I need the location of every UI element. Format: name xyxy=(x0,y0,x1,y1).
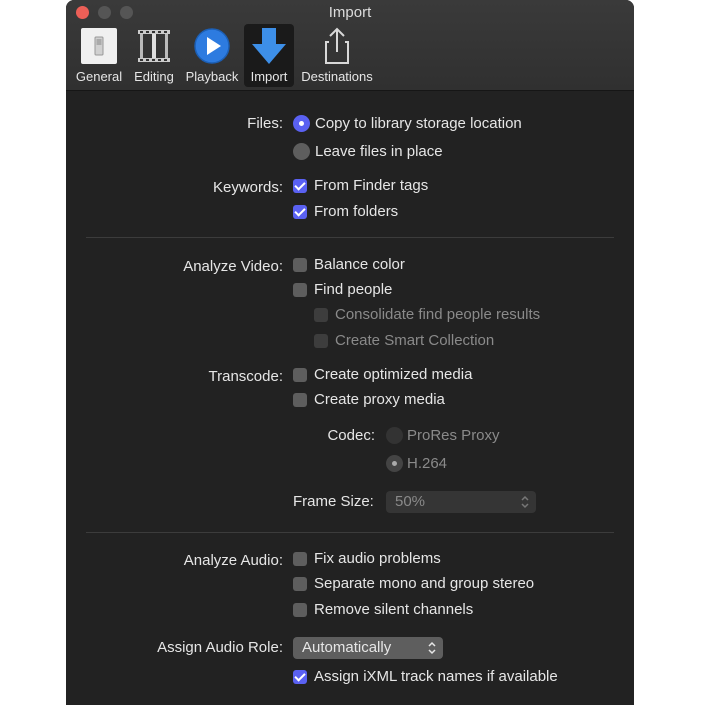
general-switch-icon xyxy=(81,28,117,64)
balance-color-label[interactable]: Balance color xyxy=(314,256,405,273)
proxy-media-label[interactable]: Create proxy media xyxy=(314,391,445,408)
finder-tags-label[interactable]: From Finder tags xyxy=(314,177,428,194)
toolbar-destinations-label: Destinations xyxy=(301,69,373,84)
h264-radio[interactable] xyxy=(386,455,403,472)
toolbar-general-label: General xyxy=(75,69,123,84)
optimized-media-label[interactable]: Create optimized media xyxy=(314,366,472,383)
optimized-media-checkbox[interactable] xyxy=(293,368,307,382)
audio-role-value: Automatically xyxy=(302,639,392,656)
remove-silent-checkbox[interactable] xyxy=(293,603,307,617)
keywords-label: Keywords: xyxy=(212,179,283,196)
toolbar-general[interactable]: General xyxy=(72,24,126,87)
remove-silent-label[interactable]: Remove silent channels xyxy=(314,601,473,618)
prores-proxy-label: ProRes Proxy xyxy=(407,427,500,444)
import-preferences-window: Import General Editing Playback Import D… xyxy=(66,0,634,705)
leave-in-place-label[interactable]: Leave files in place xyxy=(315,143,443,160)
h264-label: H.264 xyxy=(407,455,448,472)
analyze-audio-label: Analyze Audio: xyxy=(183,552,283,569)
copy-to-library-label[interactable]: Copy to library storage location xyxy=(315,115,522,132)
frame-size-value: 50% xyxy=(395,493,426,510)
prores-proxy-radio[interactable] xyxy=(386,427,403,444)
proxy-media-checkbox[interactable] xyxy=(293,393,307,407)
play-icon xyxy=(194,28,230,64)
ixml-checkbox[interactable] xyxy=(293,670,307,684)
toolbar-playback[interactable]: Playback xyxy=(182,24,242,87)
separate-mono-label[interactable]: Separate mono and group stereo xyxy=(314,575,534,592)
filmstrip-icon xyxy=(138,30,170,62)
finder-tags-checkbox[interactable] xyxy=(293,179,307,193)
transcode-label: Transcode: xyxy=(208,368,283,385)
fix-audio-label[interactable]: Fix audio problems xyxy=(314,550,441,567)
fix-audio-checkbox[interactable] xyxy=(293,552,307,566)
toolbar-playback-label: Playback xyxy=(185,69,239,84)
leave-in-place-radio[interactable] xyxy=(293,143,310,160)
toolbar-destinations[interactable]: Destinations xyxy=(297,24,377,87)
find-people-label[interactable]: Find people xyxy=(314,281,392,298)
smart-collection-checkbox[interactable] xyxy=(314,334,328,348)
updown-chevron-icon xyxy=(428,641,436,655)
updown-chevron-icon xyxy=(521,495,529,509)
separate-mono-checkbox[interactable] xyxy=(293,577,307,591)
download-arrow-icon xyxy=(252,28,286,64)
ixml-label[interactable]: Assign iXML track names if available xyxy=(314,668,558,685)
toolbar-import[interactable]: Import xyxy=(244,24,294,87)
audio-role-popup[interactable]: Automatically xyxy=(293,637,443,659)
share-icon xyxy=(325,27,349,64)
window-title: Import xyxy=(328,4,372,21)
toolbar-import-label: Import xyxy=(250,69,288,84)
copy-to-library-radio[interactable] xyxy=(293,115,310,132)
files-label: Files: xyxy=(247,115,283,132)
smart-collection-label: Create Smart Collection xyxy=(335,332,495,349)
from-folders-checkbox[interactable] xyxy=(293,205,307,219)
toolbar-editing[interactable]: Editing xyxy=(129,24,179,87)
from-folders-label[interactable]: From folders xyxy=(314,203,398,220)
balance-color-checkbox[interactable] xyxy=(293,258,307,272)
frame-size-popup[interactable]: 50% xyxy=(386,491,536,513)
find-people-checkbox[interactable] xyxy=(293,283,307,297)
section-divider xyxy=(86,237,614,238)
consolidate-label: Consolidate find people results xyxy=(335,306,541,323)
frame-size-label: Frame Size: xyxy=(293,493,374,510)
audio-role-label: Assign Audio Role: xyxy=(157,639,283,656)
analyze-video-label: Analyze Video: xyxy=(183,258,283,275)
codec-label: Codec: xyxy=(327,427,375,444)
section-divider xyxy=(86,532,614,533)
consolidate-checkbox[interactable] xyxy=(314,308,328,322)
toolbar-editing-label: Editing xyxy=(134,69,174,84)
title-bar: Import General Editing Playback Import D… xyxy=(66,0,634,91)
